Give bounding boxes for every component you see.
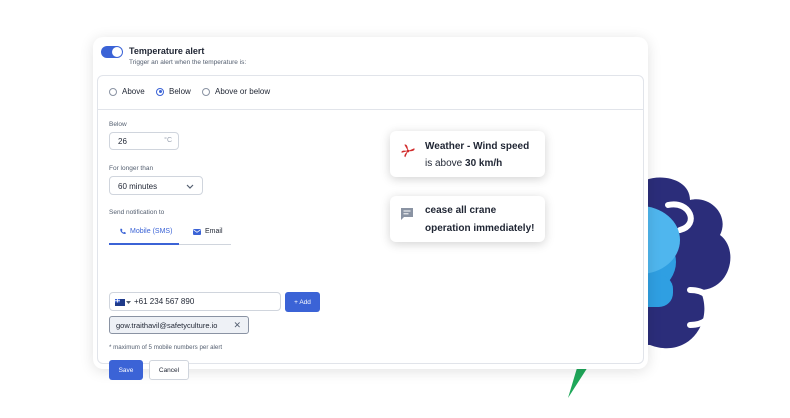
weather-callout-title: Weather - Wind speed bbox=[425, 141, 530, 152]
country-chevron-icon bbox=[126, 301, 131, 304]
condition-radio-group: Above Below Above or below bbox=[98, 76, 643, 110]
max-numbers-note: * maximum of 5 mobile numbers per alert bbox=[109, 344, 223, 351]
save-button[interactable]: Save bbox=[109, 360, 143, 380]
notify-label: Send notification to bbox=[109, 209, 165, 216]
chevron-down-icon bbox=[186, 184, 194, 189]
radio-above-or-below-indicator bbox=[202, 87, 210, 96]
tab-email-label: Email bbox=[205, 228, 223, 235]
recipient-email: gow.traithavil@safetyculture.io bbox=[116, 320, 218, 330]
phone-icon bbox=[120, 228, 126, 234]
wind-turbine-icon bbox=[401, 144, 415, 158]
phone-value: +61 234 567 890 bbox=[134, 297, 195, 306]
phone-input[interactable]: +61 234 567 890 bbox=[109, 292, 281, 311]
threshold-value: 26 bbox=[118, 137, 127, 146]
australia-flag-icon bbox=[115, 299, 125, 306]
alert-title: Temperature alert bbox=[129, 46, 205, 56]
radio-above-label: Above bbox=[122, 87, 145, 96]
tab-email[interactable]: Email bbox=[193, 228, 223, 235]
radio-below-indicator bbox=[156, 87, 164, 96]
radio-above-or-below[interactable]: Above or below bbox=[202, 87, 270, 96]
remove-recipient-icon[interactable]: ✕ bbox=[233, 320, 241, 331]
below-label: Below bbox=[109, 121, 127, 128]
duration-select[interactable]: 60 minutes bbox=[109, 176, 203, 195]
unit-label: °C bbox=[164, 137, 172, 144]
duration-label: For longer than bbox=[109, 165, 154, 172]
alert-subtitle: Trigger an alert when the temperature is… bbox=[129, 59, 247, 66]
radio-above[interactable]: Above bbox=[109, 87, 145, 96]
radio-above-indicator bbox=[109, 87, 117, 96]
tab-mobile-sms-label: Mobile (SMS) bbox=[130, 228, 173, 235]
threshold-input[interactable]: 26 °C bbox=[109, 132, 179, 150]
message-line-1: cease all crane bbox=[425, 205, 497, 216]
notification-tabs: Mobile (SMS) Email bbox=[109, 222, 231, 245]
weather-callout-prefix: is above bbox=[425, 158, 463, 169]
tab-mobile-sms[interactable]: Mobile (SMS) bbox=[119, 228, 172, 235]
message-line-2: operation immediately! bbox=[425, 223, 535, 234]
temperature-alert-card: Temperature alert Trigger an alert when … bbox=[93, 37, 648, 380]
alert-toggle[interactable] bbox=[101, 46, 123, 58]
radio-below[interactable]: Below bbox=[156, 87, 191, 96]
weather-callout-line: is above 30 km/h bbox=[425, 158, 502, 169]
radio-above-or-below-label: Above or below bbox=[215, 87, 271, 96]
active-tab-indicator bbox=[109, 243, 179, 245]
duration-value: 60 minutes bbox=[118, 182, 158, 191]
weather-callout: Weather - Wind speed is above 30 km/h bbox=[390, 131, 545, 177]
weather-callout-value: 30 km/h bbox=[465, 158, 503, 169]
radio-below-label: Below bbox=[169, 87, 191, 96]
email-icon bbox=[193, 228, 201, 235]
recipient-chip: gow.traithavil@safetyculture.io ✕ bbox=[109, 316, 249, 334]
add-phone-button[interactable]: + Add bbox=[285, 292, 320, 312]
cancel-button[interactable]: Cancel bbox=[149, 360, 189, 380]
message-callout: cease all crane operation immediately! bbox=[390, 196, 545, 242]
alert-settings: Above Below Above or below Below 26 °C F… bbox=[97, 75, 644, 380]
message-icon bbox=[401, 208, 413, 220]
